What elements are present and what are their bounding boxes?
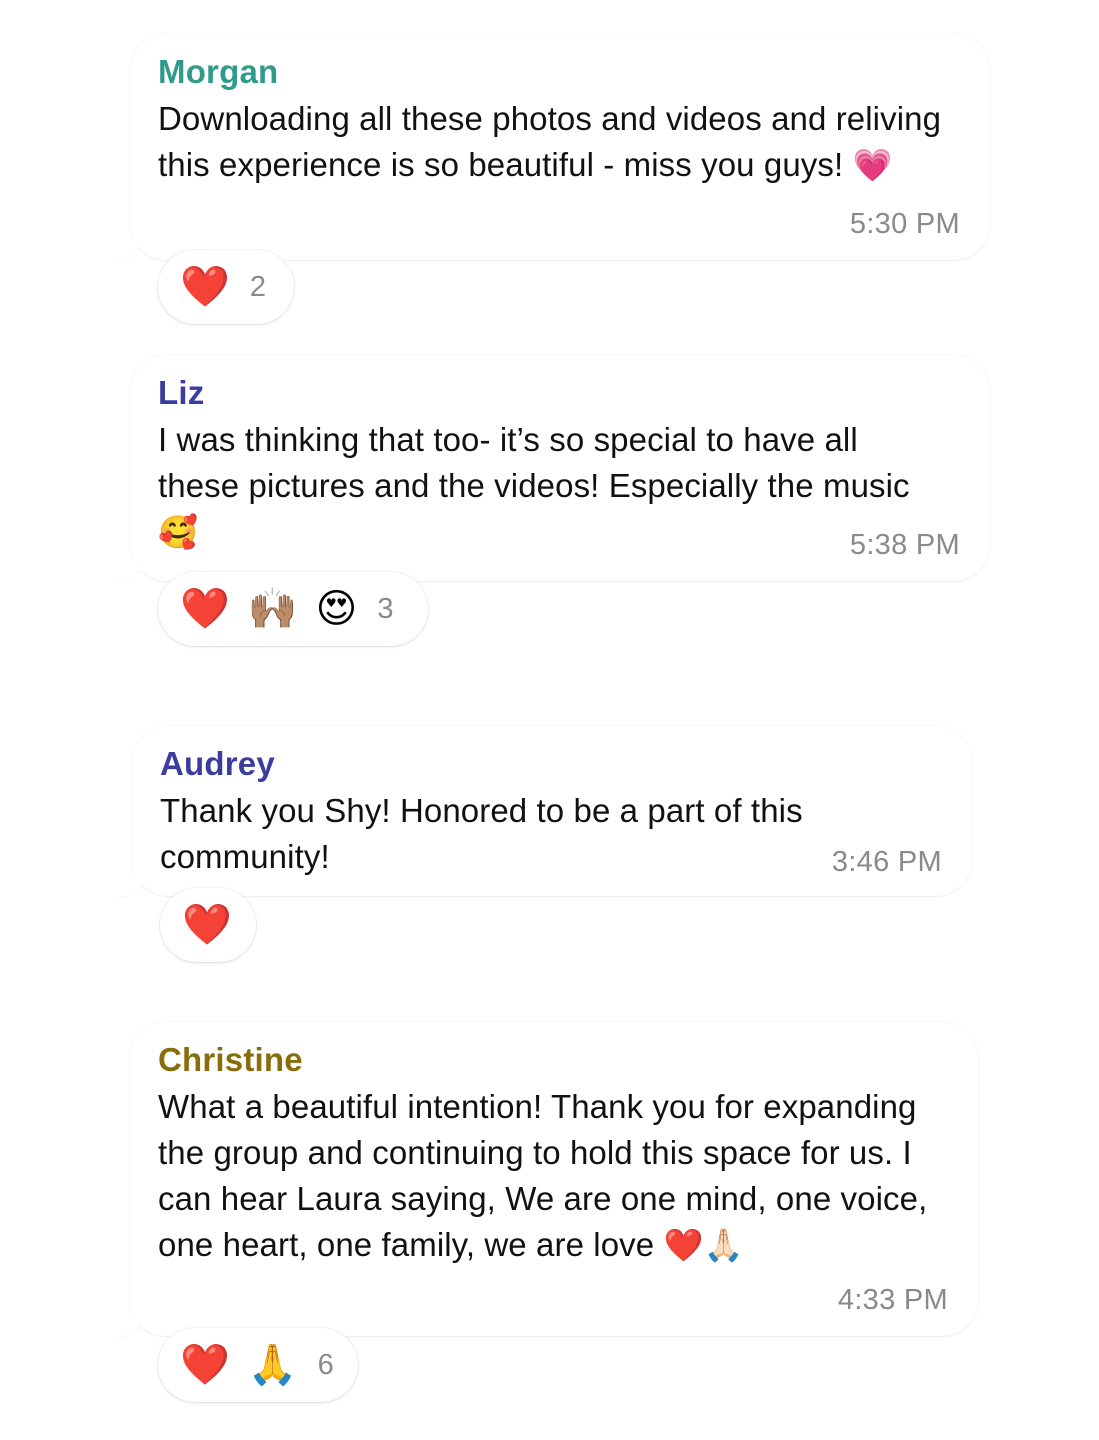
sender-name: Christine <box>158 1041 303 1078</box>
praying-hands-reaction-icon: 🙏 <box>247 1343 298 1387</box>
bubble-tail <box>114 238 140 260</box>
red-heart-reaction-icon: ❤️ <box>180 265 230 309</box>
smiling-face-with-hearts-emoji: 🥰 <box>158 514 198 550</box>
message-bubble-liz[interactable]: Liz I was thinking that too- it’s so spe… <box>114 355 990 581</box>
red-heart-reaction-icon: ❤️ <box>180 1343 230 1387</box>
reactions-pill[interactable]: ❤️ 🙌🏽 😍 3 <box>158 572 428 646</box>
reaction-count: 3 <box>377 592 394 625</box>
message-bubble-audrey[interactable]: Audrey Thank you Shy! Honored to be a pa… <box>116 726 972 896</box>
sender-name: Audrey <box>160 745 275 782</box>
growing-heart-emoji: 💗 <box>852 147 893 183</box>
reaction-count: 6 <box>317 1348 334 1381</box>
message-bubble-christine[interactable]: Christine What a beautiful intention! Th… <box>114 1022 978 1336</box>
reactions-pill[interactable]: ❤️ 2 <box>158 250 294 324</box>
message-timestamp: 5:38 PM <box>849 529 960 561</box>
bubble-tail <box>116 874 142 896</box>
heart-and-praying-hands-emoji: ❤️🙏🏻 <box>663 1227 744 1263</box>
message-text: Thank you Shy! Honored to be a part of t… <box>160 792 803 875</box>
reactions-pill[interactable]: ❤️ 🙏 6 <box>158 1328 358 1402</box>
sender-name: Morgan <box>158 53 279 90</box>
bubble-tail <box>114 559 140 581</box>
message-timestamp: 3:46 PM <box>831 846 942 878</box>
message-timestamp: 4:33 PM <box>837 1284 948 1316</box>
message-bubble-morgan[interactable]: Morgan Downloading all these photos and … <box>114 34 990 260</box>
reactions-pill[interactable]: ❤️ <box>160 888 256 962</box>
red-heart-reaction-icon: ❤️ <box>180 587 230 631</box>
red-heart-reaction-icon: ❤️ <box>182 903 232 947</box>
heart-eyes-reaction-icon: 😍 <box>315 587 358 631</box>
raising-hands-reaction-icon: 🙌🏽 <box>247 587 298 631</box>
message-text: Downloading all these photos and videos … <box>158 100 942 183</box>
message-text: What a beautiful intention! Thank you fo… <box>158 1088 928 1263</box>
reaction-count: 2 <box>249 270 266 303</box>
message-timestamp: 5:30 PM <box>849 208 960 240</box>
message-text: I was thinking that too- it’s so special… <box>158 421 910 504</box>
sender-name: Liz <box>158 374 205 411</box>
bubble-tail <box>114 1314 140 1336</box>
